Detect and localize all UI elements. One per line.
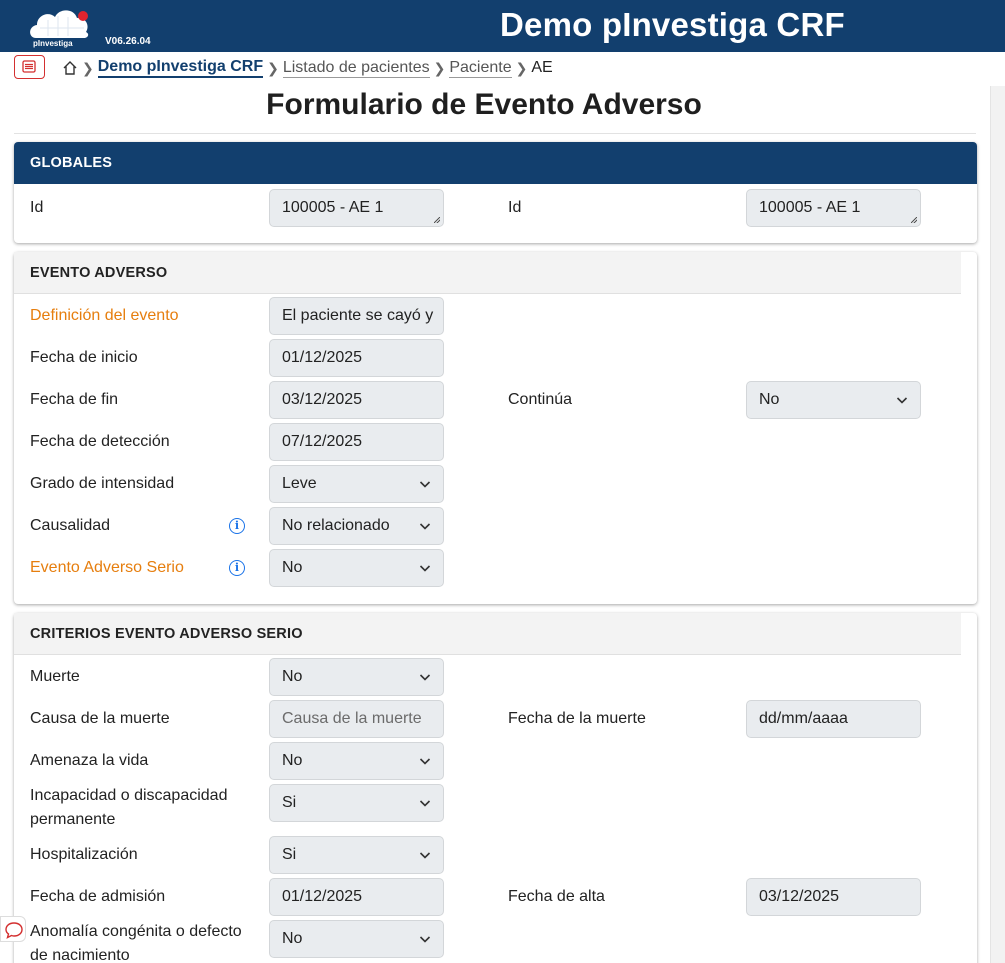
chevron-down-icon [419, 565, 431, 572]
anomalia-label-line2: de nacimiento [30, 947, 130, 963]
anomalia-label-line1: Anomalía congénita o defecto [30, 923, 242, 940]
definicion-label: Definición del evento [30, 307, 179, 324]
muerte-value: No [282, 668, 303, 685]
fecha-fin-field[interactable]: 03/12/2025 [269, 381, 444, 419]
causalidad-select[interactable]: No relacionado [269, 507, 444, 545]
definicion-field[interactable]: El paciente se cayó y [269, 297, 444, 335]
vertical-scrollbar[interactable] [990, 86, 1005, 963]
continua-select[interactable]: No [746, 381, 921, 419]
anomalia-select[interactable]: No [269, 920, 444, 958]
menu-button[interactable] [14, 55, 45, 79]
evento-serio-select[interactable]: No [269, 549, 444, 587]
id-field[interactable]: 100005 - AE 1 [269, 189, 444, 227]
continua-value: No [759, 391, 780, 408]
version-label: V06.26.04 [105, 36, 151, 47]
incapacidad-select[interactable]: Si [269, 784, 444, 822]
info-icon[interactable]: i [229, 518, 245, 534]
chevron-right-icon: ❯ [433, 59, 446, 76]
fecha-alta-label: Fecha de alta [508, 888, 605, 905]
id-label-2: Id [508, 199, 522, 216]
chevron-down-icon [419, 852, 431, 859]
breadcrumb: ❯ Demo pInvestiga CRF ❯ Listado de pacie… [62, 57, 553, 79]
causalidad-value: No relacionado [282, 517, 390, 534]
chevron-down-icon [896, 397, 908, 404]
app-title: Demo pInvestiga CRF [500, 6, 845, 43]
logo-cloud-icon[interactable]: pInvestiga [26, 4, 94, 48]
fecha-alta-field[interactable]: 03/12/2025 [746, 878, 921, 916]
logo-text: pInvestiga [33, 39, 73, 48]
incapacidad-value: Si [282, 794, 297, 811]
evento-adverso-header: EVENTO ADVERSO [14, 252, 961, 294]
fecha-deteccion-label: Fecha de detección [30, 433, 170, 450]
criterios-card: CRITERIOS EVENTO ADVERSO SERIO Muerte No… [14, 613, 977, 963]
evento-serio-label: Evento Adverso Serio [30, 559, 184, 576]
amenaza-label: Amenaza la vida [30, 752, 149, 769]
grado-select[interactable]: Leve [269, 465, 444, 503]
muerte-select[interactable]: No [269, 658, 444, 696]
fecha-muerte-label: Fecha de la muerte [508, 710, 646, 727]
fecha-inicio-field[interactable]: 01/12/2025 [269, 339, 444, 377]
fecha-admision-field[interactable]: 01/12/2025 [269, 878, 444, 916]
fecha-fin-label: Fecha de fin [30, 391, 119, 408]
globales-header: GLOBALES [14, 142, 977, 184]
breadcrumb-patient-list[interactable]: Listado de pacientes [282, 59, 430, 78]
anomalia-value: No [282, 930, 303, 947]
chat-icon [5, 922, 23, 939]
amenaza-value: No [282, 752, 303, 769]
fecha-inicio-label: Fecha de inicio [30, 349, 138, 366]
chevron-right-icon: ❯ [267, 59, 279, 76]
chevron-down-icon [419, 758, 431, 765]
chevron-down-icon [419, 523, 431, 530]
chevron-down-icon [419, 674, 431, 681]
breadcrumb-current: AE [531, 59, 553, 76]
home-icon[interactable] [62, 60, 78, 76]
page-title: Formulario de Evento Adverso [266, 88, 702, 121]
menu-icon [22, 60, 36, 73]
grado-label: Grado de intensidad [30, 475, 175, 492]
info-icon[interactable]: i [229, 560, 245, 576]
muerte-label: Muerte [30, 668, 80, 685]
chevron-right-icon: ❯ [82, 59, 94, 76]
incapacidad-label: Incapacidad o discapacidad permanente [30, 784, 227, 832]
hospitalizacion-select[interactable]: Si [269, 836, 444, 874]
causa-muerte-label: Causa de la muerte [30, 710, 170, 727]
causalidad-label: Causalidad [30, 517, 111, 534]
chevron-down-icon [419, 936, 431, 943]
causa-muerte-input[interactable]: Causa de la muerte [269, 700, 444, 738]
chevron-down-icon [419, 800, 431, 807]
grado-value: Leve [282, 475, 317, 492]
breadcrumb-study[interactable]: Demo pInvestiga CRF [97, 58, 264, 78]
anomalia-label: Anomalía congénita o defecto de nacimien… [30, 920, 242, 963]
chat-button[interactable] [0, 916, 26, 942]
amenaza-select[interactable]: No [269, 742, 444, 780]
fecha-admision-label: Fecha de admisión [30, 888, 166, 905]
fecha-muerte-input[interactable]: dd/mm/aaaa [746, 700, 921, 738]
title-divider [14, 133, 976, 134]
incapacidad-label-line1: Incapacidad o discapacidad [30, 787, 228, 804]
incapacidad-label-line2: permanente [30, 811, 116, 828]
fecha-deteccion-field[interactable]: 07/12/2025 [269, 423, 444, 461]
chevron-right-icon: ❯ [515, 59, 528, 76]
hospitalizacion-value: Si [282, 846, 297, 863]
breadcrumb-patient[interactable]: Paciente [449, 59, 512, 78]
top-header: pInvestiga V06.26.04 Demo pInvestiga CRF [0, 0, 1005, 52]
evento-adverso-card: EVENTO ADVERSO Definición del evento El … [14, 252, 977, 604]
id-field-2[interactable]: 100005 - AE 1 [746, 189, 921, 227]
evento-serio-value: No [282, 559, 303, 576]
continua-label: Continúa [508, 391, 573, 408]
id-label: Id [30, 199, 44, 216]
hospitalizacion-label: Hospitalización [30, 846, 138, 863]
chevron-down-icon [419, 481, 431, 488]
globales-card: GLOBALES Id 100005 - AE 1 Id 100005 - AE… [14, 142, 977, 243]
criterios-header: CRITERIOS EVENTO ADVERSO SERIO [14, 613, 961, 655]
